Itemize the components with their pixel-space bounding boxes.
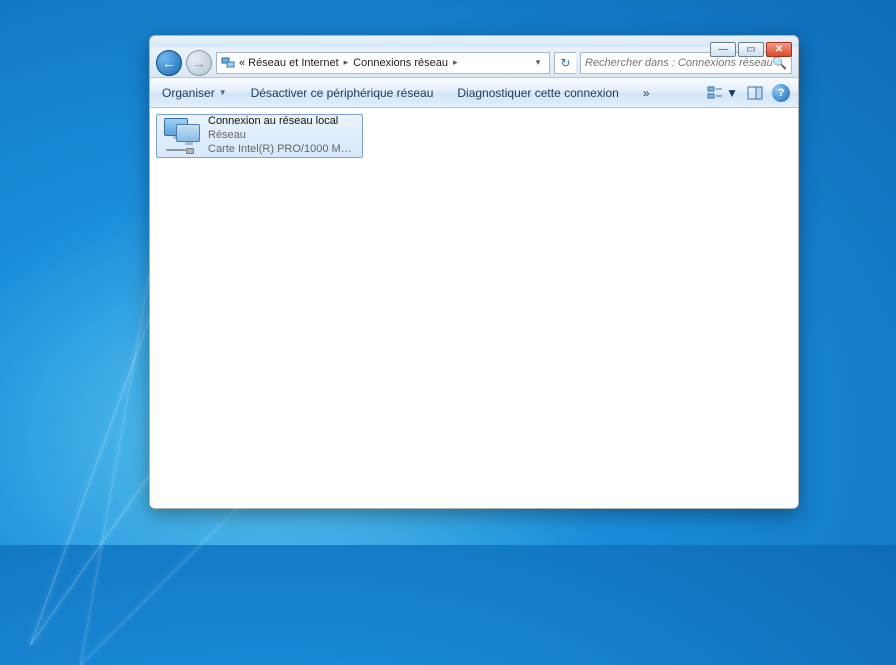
network-connection-icon [162, 118, 202, 154]
help-icon: ? [778, 87, 785, 99]
breadcrumb-segment-0[interactable]: Réseau et Internet [248, 57, 339, 69]
organize-button[interactable]: Organiser ▼ [158, 84, 231, 102]
command-bar: Organiser ▼ Désactiver ce périphérique r… [150, 78, 798, 108]
content-area[interactable]: Connexion au réseau local Réseau Carte I… [150, 108, 798, 508]
chevron-down-icon: ▼ [726, 86, 738, 100]
minimize-icon: — [718, 45, 728, 55]
arrow-right-icon: → [192, 55, 206, 71]
maximize-icon: ▭ [746, 45, 755, 55]
help-button[interactable]: ? [772, 84, 790, 102]
disable-label: Désactiver ce périphérique réseau [251, 86, 434, 100]
back-button[interactable]: ← [156, 50, 182, 76]
organize-label: Organiser [162, 86, 215, 100]
more-commands-button[interactable]: » [639, 84, 654, 102]
breadcrumb-root[interactable]: « [239, 57, 245, 69]
connection-device: Carte Intel(R) PRO/1000 MT pour ... [208, 143, 357, 157]
refresh-button[interactable]: ↻ [554, 52, 576, 74]
chevron-right-icon[interactable]: ▸ [451, 57, 460, 68]
refresh-icon: ↻ [560, 56, 570, 70]
breadcrumb[interactable]: « Réseau et Internet ▸ Connexions réseau… [216, 52, 550, 74]
diagnose-label: Diagnostiquer cette connexion [457, 86, 618, 100]
explorer-window: — ▭ ✕ ← → « Réseau et Internet ▸ Connexi… [149, 35, 799, 509]
connection-text: Connexion au réseau local Réseau Carte I… [208, 115, 357, 156]
change-view-button[interactable]: ▼ [706, 84, 738, 102]
close-icon: ✕ [775, 45, 783, 55]
disable-device-button[interactable]: Désactiver ce périphérique réseau [247, 84, 438, 102]
chevron-right-icon[interactable]: ▸ [342, 57, 351, 68]
connection-item[interactable]: Connexion au réseau local Réseau Carte I… [156, 114, 363, 158]
connection-status: Réseau [208, 129, 357, 143]
more-label: » [643, 86, 650, 100]
navigation-bar: ← → « Réseau et Internet ▸ Connexions ré… [150, 48, 798, 78]
forward-button[interactable]: → [186, 50, 212, 76]
breadcrumb-dropdown[interactable]: ▾ [530, 57, 546, 68]
arrow-left-icon: ← [162, 55, 176, 71]
maximize-button[interactable]: ▭ [738, 42, 764, 57]
diagnose-button[interactable]: Diagnostiquer cette connexion [453, 84, 622, 102]
search-icon[interactable]: 🔍 [772, 56, 787, 70]
preview-pane-icon [746, 84, 764, 102]
minimize-button[interactable]: — [710, 42, 736, 57]
connection-name: Connexion au réseau local [208, 115, 357, 129]
search-input[interactable] [585, 57, 772, 69]
window-titlebar[interactable] [150, 36, 798, 48]
location-icon [220, 55, 236, 71]
view-icon [706, 84, 724, 102]
close-button[interactable]: ✕ [766, 42, 792, 57]
preview-pane-button[interactable] [746, 84, 764, 102]
breadcrumb-segment-1[interactable]: Connexions réseau [353, 57, 448, 69]
chevron-down-icon: ▼ [219, 88, 227, 97]
